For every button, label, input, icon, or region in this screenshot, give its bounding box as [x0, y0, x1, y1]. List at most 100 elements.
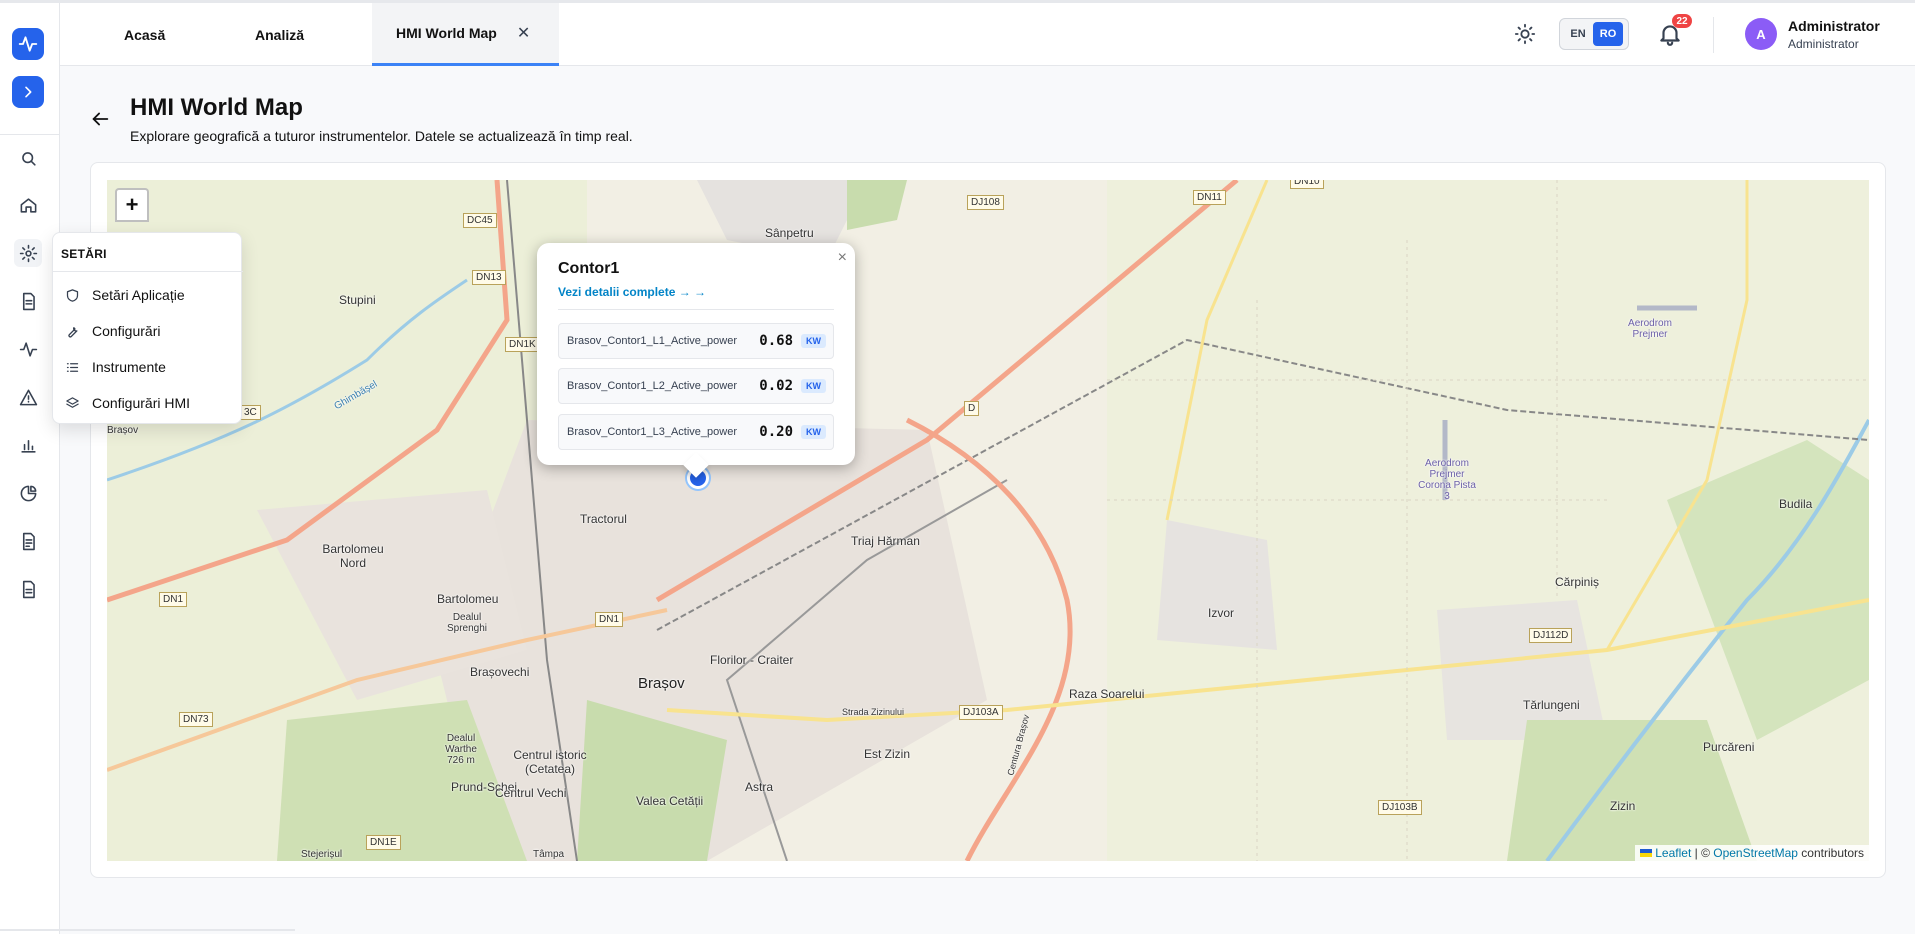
unit-badge: KW	[801, 425, 826, 439]
measurement-name: Brasov_Contor1_L2_Active_power	[567, 380, 737, 392]
road-badge: DN1	[159, 592, 188, 607]
measurement-value: 0.68	[759, 333, 793, 349]
app: SETĂRI Setări Aplicație Configurări Inst…	[0, 0, 1915, 934]
map-tiles	[107, 180, 1869, 861]
map-label: Centrul istoric (Cetatea)	[513, 748, 587, 776]
file-icon[interactable]	[14, 575, 42, 603]
tab-hmi-world-map[interactable]: HMI World Map ✕	[372, 3, 559, 66]
map-label: Centrul Vechi	[495, 786, 567, 800]
flag-icon	[1640, 849, 1653, 857]
flyout-title: SETĂRI	[61, 247, 107, 261]
wrench-icon	[68, 326, 78, 337]
notification-badge: 22	[1672, 14, 1692, 28]
close-icon[interactable]: ✕	[517, 23, 530, 43]
tab-analysis[interactable]: Analiză	[255, 3, 304, 66]
menu-item-label: Configurări	[92, 323, 161, 339]
header-divider	[1713, 17, 1714, 53]
road-badge: DJ108	[967, 195, 1004, 210]
road-badge: DN11	[1193, 190, 1226, 205]
measurement-row: Brasov_Contor1_L2_Active_power 0.02 KW	[558, 368, 834, 404]
tab-label: Analiză	[255, 26, 305, 43]
map-label: Budila	[1779, 497, 1813, 511]
zoom-in-button[interactable]: +	[115, 188, 149, 222]
road-badge: DN1K	[505, 337, 540, 352]
map-label: Izvor	[1208, 606, 1235, 620]
page-title: HMI World Map	[130, 94, 303, 121]
measurement-row: Brasov_Contor1_L1_Active_power 0.68 KW	[558, 323, 834, 359]
world-map[interactable]: Sânpetru Stupini Bartolomeu Nord Bartolo…	[107, 180, 1869, 861]
logo-icon[interactable]	[12, 28, 44, 60]
avatar[interactable]: A	[1745, 18, 1777, 50]
details-link[interactable]: Vezi detalii complete → →	[558, 285, 706, 299]
map-label: Valea Cetății	[636, 794, 704, 808]
activity-icon[interactable]	[14, 335, 42, 363]
sidebar	[0, 3, 60, 934]
alert-icon[interactable]	[14, 383, 42, 411]
tab-home[interactable]: Acasă	[124, 3, 165, 66]
report-icon[interactable]	[14, 527, 42, 555]
menu-item-hmi-configurations[interactable]: Configurări HMI	[61, 388, 235, 418]
map-label: Purcăreni	[1703, 740, 1755, 754]
menu-item-label: Instrumente	[92, 359, 166, 375]
popup-divider	[558, 309, 834, 310]
map-label: Tărlungeni	[1523, 698, 1580, 712]
menu-item-label: Configurări HMI	[92, 395, 191, 411]
gear-icon[interactable]	[14, 239, 42, 267]
popup-title: Contor1	[558, 260, 620, 277]
map-label: Florilor - Craiter	[710, 653, 794, 667]
lang-en-button[interactable]: EN	[1563, 22, 1593, 46]
map-label: Dealul Sprenghi	[446, 612, 488, 634]
home-icon[interactable]	[14, 191, 42, 219]
map-label: Stupini	[339, 293, 376, 307]
unit-badge: KW	[801, 334, 826, 348]
attribution-separator: | ©	[1691, 846, 1714, 860]
road-badge: DN10	[1290, 180, 1324, 189]
page-subtitle: Explorare geografică a tuturor instrumen…	[130, 128, 633, 144]
road-badge: DC45	[463, 213, 497, 228]
measurement-name: Brasov_Contor1_L3_Active_power	[567, 426, 737, 438]
sun-icon[interactable]	[1514, 23, 1536, 45]
map-label: Dealul Warthe 726 m	[445, 733, 477, 766]
road-badge: 3C	[240, 405, 261, 420]
road-badge: DJ112D	[1529, 628, 1573, 643]
map-label: Raza Soarelui	[1069, 687, 1145, 701]
map-label: Tâmpa	[533, 849, 565, 860]
bottom-scrollbar[interactable]	[0, 929, 295, 931]
map-label: Stejerișul	[301, 849, 343, 860]
bar-chart-icon[interactable]	[14, 431, 42, 459]
shield-icon	[66, 288, 79, 302]
map-label: Est Zizin	[864, 747, 911, 761]
measurement-name: Brasov_Contor1_L1_Active_power	[567, 335, 737, 347]
map-label: Astra	[745, 780, 774, 794]
map-attribution: Leaflet | © OpenStreetMap contributors	[1635, 845, 1869, 861]
map-label: Brașov	[107, 425, 139, 436]
expand-icon[interactable]	[12, 76, 44, 108]
measurement-row: Brasov_Contor1_L3_Active_power 0.20 KW	[558, 414, 834, 450]
search-icon[interactable]	[14, 144, 42, 172]
back-arrow-icon[interactable]	[89, 108, 111, 130]
close-icon[interactable]: ×	[838, 249, 847, 267]
road-badge: D	[964, 401, 980, 416]
list-icon	[66, 362, 79, 372]
pie-chart-icon[interactable]	[14, 479, 42, 507]
map-label: Brașovechi	[470, 665, 530, 679]
osm-link[interactable]: OpenStreetMap	[1713, 846, 1798, 860]
road-badge: DN13	[472, 270, 506, 285]
road-badge: DN73	[179, 712, 213, 727]
header: Acasă Analiză HMI World Map ✕ EN RO 22 A…	[60, 3, 1915, 66]
lang-ro-button[interactable]: RO	[1593, 22, 1623, 46]
map-label: Bartolomeu	[437, 592, 499, 606]
map-label: Bartolomeu Nord	[322, 542, 384, 570]
document-icon[interactable]	[14, 287, 42, 315]
map-label: Aerodrom Prejmer	[1628, 318, 1672, 340]
unit-badge: KW	[801, 379, 826, 393]
map-label: Tractorul	[580, 512, 627, 526]
menu-item-instruments[interactable]: Instrumente	[61, 352, 235, 382]
map-label: Cărpiniș	[1555, 575, 1600, 589]
road-badge: DJ103B	[1378, 800, 1422, 815]
menu-item-app-settings[interactable]: Setări Aplicație	[61, 280, 235, 310]
menu-item-configurations[interactable]: Configurări	[61, 316, 235, 346]
leaflet-link[interactable]: Leaflet	[1655, 846, 1691, 860]
menu-item-label: Setări Aplicație	[92, 287, 185, 303]
road-badge: DN1	[595, 612, 624, 627]
